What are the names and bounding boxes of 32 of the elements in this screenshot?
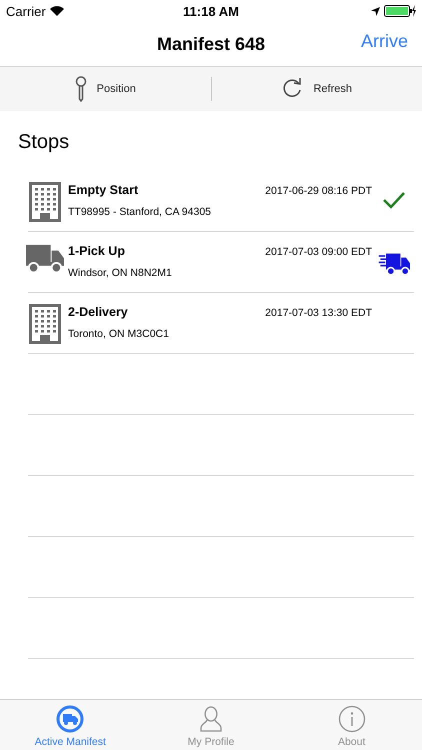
arrive-button[interactable]: Arrive <box>360 31 408 52</box>
wifi-icon <box>50 6 64 16</box>
stop-name: 1-Pick Up <box>68 244 126 258</box>
stop-time: 2017-07-03 09:00 EDT <box>265 245 372 258</box>
location-arrow-icon <box>370 6 380 16</box>
info-icon <box>338 705 366 733</box>
stop-name: Empty Start <box>68 183 140 197</box>
stop-name: 2-Delivery <box>68 305 129 319</box>
truck-icon <box>56 705 84 733</box>
building-icon <box>29 182 61 222</box>
checkmark-icon <box>382 191 406 209</box>
fast-truck-icon <box>378 252 410 276</box>
battery-icon <box>384 5 416 17</box>
pin-icon <box>74 76 87 102</box>
stop-address: TT98995 - Stanford, CA 94305 <box>68 206 212 218</box>
tab-bar-item[interactable]: Active Manifest <box>0 700 141 750</box>
truck-icon <box>26 243 64 274</box>
screen-title: Manifest 648 <box>156 34 266 54</box>
person-icon <box>199 705 223 733</box>
section-title: Stops <box>18 131 70 153</box>
building-icon <box>29 304 61 344</box>
refresh-icon <box>281 78 304 100</box>
stop-time: 2017-07-03 13:30 EDT <box>265 306 372 319</box>
stop-address: Windsor, ON N8N2M1 <box>68 267 173 279</box>
tab-bar-item[interactable]: My Profile <box>140 700 282 750</box>
position-button[interactable]: Position <box>0 67 210 111</box>
stop-time: 2017-06-29 08:16 PDT <box>265 184 372 197</box>
stop-address: Toronto, ON M3C0C1 <box>68 328 170 340</box>
status-time: 11:18 AM <box>183 4 239 18</box>
refresh-button[interactable]: Refresh <box>212 67 422 111</box>
tab-bar-item[interactable]: About <box>281 700 422 750</box>
carrier-name: Carrier <box>6 4 46 18</box>
